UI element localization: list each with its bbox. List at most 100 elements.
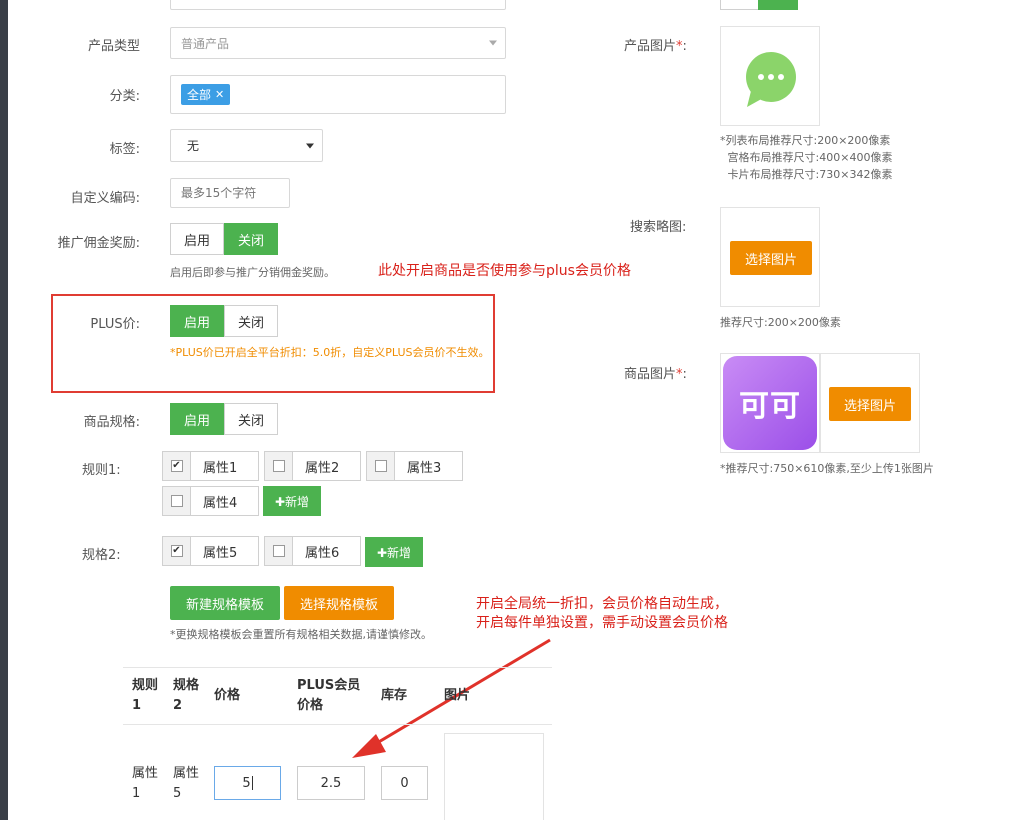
product-type-select[interactable]: 普通产品 <box>170 27 506 59</box>
product-image-hint-3: 卡片布局推荐尺寸:730×342像素 <box>727 168 893 181</box>
annotation-note-discount-1: 开启全局统一折扣，会员价格自动生成， <box>476 596 728 612</box>
checkbox[interactable] <box>265 452 293 480</box>
attr-name: 属性3 <box>407 460 442 476</box>
attr-name: 属性5 <box>203 545 238 561</box>
text-cursor <box>251 776 253 790</box>
category-tag: 全部 ✕ <box>181 84 231 105</box>
price-value: 5 <box>242 775 251 791</box>
product-image-label: 产品图片*: <box>624 35 687 54</box>
product-type-label: 产品类型 <box>87 39 140 54</box>
product-type-value: 普通产品 <box>181 36 230 51</box>
table-top-border <box>123 667 552 668</box>
goods-image-select-button[interactable]: 选择图片 <box>829 387 911 421</box>
th-price: 价格 <box>214 688 241 703</box>
product-image-hints: *列表布局推荐尺寸:200×200像素 宫格布局推荐尺寸:400×400像素 卡… <box>720 132 900 183</box>
custom-code-input[interactable] <box>170 178 290 208</box>
plus-price-hint: *PLUS价已开启全平台折扣：5.0折，自定义PLUS会员价不生效。 <box>170 346 490 359</box>
label-colon: : <box>682 39 687 54</box>
goods-image-label: 商品图片*: <box>624 363 687 382</box>
th-rule2: 规格2 <box>173 678 200 713</box>
top-partial-toggle-on[interactable] <box>758 0 798 10</box>
product-image-hint-2: 宫格布局推荐尺寸:400×400像素 <box>727 151 893 164</box>
rule1-add-button[interactable]: ✚新增 <box>263 486 321 516</box>
checkbox-box <box>170 495 183 507</box>
goods-image-add-slot[interactable]: 选择图片 <box>820 353 920 453</box>
spec-toggle[interactable]: 启用 关闭 <box>170 403 278 435</box>
chat-bubble-icon <box>746 52 796 107</box>
rule1-attr-1[interactable]: ✔ 属性1 <box>162 451 259 481</box>
rule1-label: 规则1: <box>82 463 121 478</box>
close-icon[interactable]: ✕ <box>215 88 224 101</box>
label-colon: : <box>682 367 687 382</box>
attr-name: 属性2 <box>305 460 340 476</box>
price-input[interactable]: 5 <box>214 766 281 800</box>
category-label: 分类: <box>109 89 140 104</box>
arrow-head <box>352 734 386 758</box>
checkbox[interactable] <box>265 537 293 565</box>
td-rule2: 属性5 <box>173 766 200 801</box>
chevron-down-icon <box>489 40 497 46</box>
custom-code-label: 自定义编码: <box>70 191 140 206</box>
th-stock: 库存 <box>381 688 408 703</box>
plus-price-input[interactable]: 2.5 <box>297 766 365 800</box>
goods-image-thumb[interactable]: 可可 <box>720 353 820 453</box>
new-template-button[interactable]: 新建规格模板 <box>170 586 280 620</box>
checkbox-box <box>272 460 285 472</box>
product-image-hint-1: *列表布局推荐尺寸:200×200像素 <box>720 134 891 147</box>
plus-price-label: PLUS价: <box>90 317 140 332</box>
search-thumb-hint: 推荐尺寸:200×200像素 <box>720 316 841 329</box>
product-image-label-text: 产品图片 <box>624 39 677 54</box>
commission-on-button[interactable]: 启用 <box>170 223 224 255</box>
category-tag-text: 全部 <box>187 88 212 102</box>
plus-price-off-button[interactable]: 关闭 <box>224 305 278 337</box>
search-thumb-label: 搜索略图: <box>630 220 687 235</box>
spec-on-button[interactable]: 启用 <box>170 403 224 435</box>
tags-label: 标签: <box>109 142 140 157</box>
checkbox-box <box>272 545 285 557</box>
annotation-note-plus: 此处开启商品是否使用参与plus会员价格 <box>378 263 631 279</box>
rule2-add-button[interactable]: ✚新增 <box>365 537 423 567</box>
commission-toggle[interactable]: 启用 关闭 <box>170 223 278 255</box>
th-rule1: 规则1 <box>132 678 159 713</box>
attr-name: 属性1 <box>203 460 238 476</box>
rule1-attr-3[interactable]: 属性3 <box>366 451 463 481</box>
commission-hint: 启用后即参与推广分销佣金奖励。 <box>170 266 335 279</box>
spec-off-button[interactable]: 关闭 <box>224 403 278 435</box>
checkbox-box <box>374 460 387 472</box>
commission-label: 推广佣金奖励: <box>57 236 140 251</box>
rule2-attr-2[interactable]: 属性6 <box>264 536 361 566</box>
th-image: 图片 <box>444 688 471 703</box>
sidebar-edge <box>0 0 8 820</box>
goods-image-label-text: 商品图片 <box>624 367 677 382</box>
attr-name: 属性6 <box>305 545 340 561</box>
app-logo: 可可 <box>723 356 817 450</box>
rule1-attr-2[interactable]: 属性2 <box>264 451 361 481</box>
attr-name: 属性4 <box>203 495 238 511</box>
sku-image-slot[interactable] <box>444 733 544 820</box>
tags-value: 无 <box>187 139 200 153</box>
goods-image-hint: *推荐尺寸:750×610像素,至少上传1张图片 <box>720 462 934 475</box>
tags-select[interactable]: 无 <box>170 129 323 162</box>
commission-off-button[interactable]: 关闭 <box>224 223 278 255</box>
rule2-attr-1[interactable]: ✔ 属性5 <box>162 536 259 566</box>
check-icon: ✔ <box>170 460 183 472</box>
chevron-down-icon <box>306 143 314 148</box>
stock-input[interactable]: 0 <box>381 766 428 800</box>
top-partial-toggle[interactable] <box>720 0 798 10</box>
search-thumb-slot[interactable]: 选择图片 <box>720 207 820 307</box>
category-multiselect[interactable]: 全部 ✕ <box>170 75 506 114</box>
plus-price-toggle[interactable]: 启用 关闭 <box>170 305 278 337</box>
select-template-button[interactable]: 选择规格模板 <box>284 586 394 620</box>
checkbox[interactable]: ✔ <box>163 537 191 565</box>
search-thumb-select-button[interactable]: 选择图片 <box>730 241 812 275</box>
table-header-border <box>123 724 552 725</box>
th-plus-price: PLUS会员价格 <box>297 678 361 713</box>
top-partial-input[interactable] <box>170 0 506 10</box>
checkbox[interactable] <box>367 452 395 480</box>
product-image-slot[interactable] <box>720 26 820 126</box>
checkbox[interactable]: ✔ <box>163 452 191 480</box>
spec-label: 商品规格: <box>83 415 140 430</box>
checkbox[interactable] <box>163 487 191 515</box>
plus-price-on-button[interactable]: 启用 <box>170 305 224 337</box>
rule1-attr-4[interactable]: 属性4 <box>162 486 259 516</box>
